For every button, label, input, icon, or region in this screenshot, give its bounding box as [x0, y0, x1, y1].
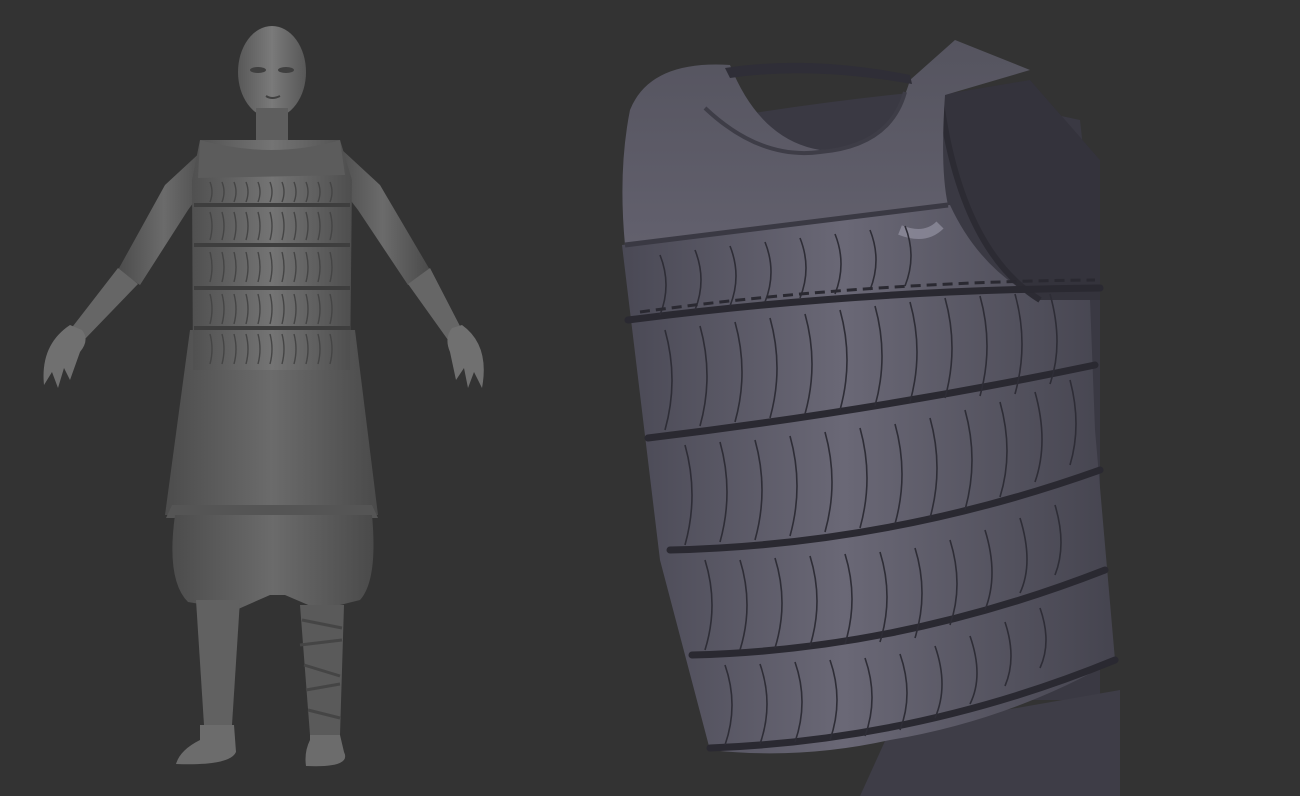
armor-vest-closeup [622, 40, 1120, 796]
trousers [172, 515, 374, 610]
viewport [0, 0, 1300, 796]
legs [176, 600, 346, 767]
head [238, 26, 306, 142]
character-model [43, 26, 484, 767]
closeup-view [560, 0, 1300, 796]
left-arm [43, 148, 210, 388]
armor-vest-small [192, 140, 352, 370]
full-body-view [0, 0, 520, 796]
